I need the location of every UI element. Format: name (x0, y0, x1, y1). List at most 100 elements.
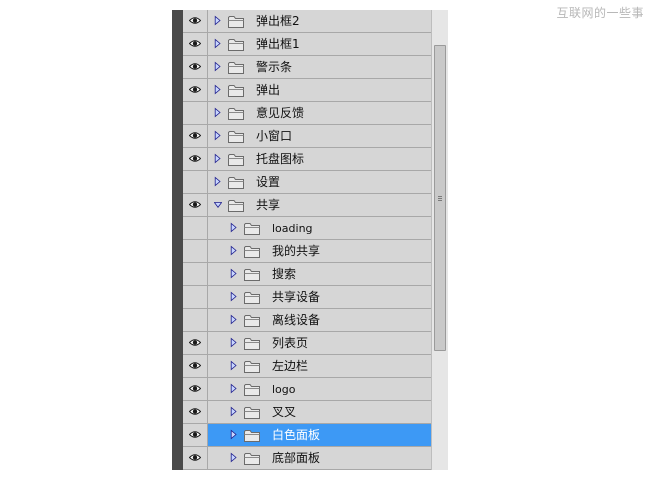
watermark: 互联网的一些事 (556, 6, 644, 20)
visibility-toggle[interactable] (183, 401, 208, 423)
disclosure-triangle-icon[interactable] (214, 84, 222, 95)
vertical-scrollbar[interactable] (431, 10, 448, 470)
folder-icon (244, 430, 260, 442)
layer-name: 意见反馈 (256, 106, 305, 120)
layer-name: 托盘图标 (256, 152, 305, 166)
layer-row[interactable]: 底部面板 (183, 447, 431, 470)
layer-row[interactable]: 小窗口 (183, 125, 431, 148)
folder-icon (228, 62, 244, 74)
disclosure-triangle-icon[interactable] (214, 61, 222, 72)
layer-row[interactable]: 离线设备 (183, 309, 431, 332)
eye-icon (189, 385, 201, 392)
visibility-toggle[interactable] (183, 33, 208, 55)
visibility-toggle[interactable] (183, 194, 208, 216)
visibility-toggle[interactable] (183, 263, 208, 285)
folder-icon (228, 108, 244, 120)
folder-icon (244, 338, 260, 350)
layers-panel: 弹出框2 弹出框1 警示条弹出意见反馈小窗口托盘图标设置共享 loading 我的共享搜… (172, 10, 448, 470)
scrollbar-thumb[interactable] (434, 45, 446, 351)
layer-name: 叉叉 (272, 405, 297, 419)
disclosure-triangle-icon[interactable] (230, 452, 238, 463)
disclosure-triangle-icon[interactable] (214, 38, 222, 49)
disclosure-triangle-icon[interactable] (230, 337, 238, 348)
folder-icon (228, 177, 244, 189)
eye-icon (189, 201, 201, 208)
layer-name: 弹出框2 (256, 14, 300, 28)
eye-icon (189, 408, 201, 415)
layer-row[interactable]: 搜索 (183, 263, 431, 286)
layer-name: logo (272, 383, 296, 396)
layer-row[interactable]: 我的共享 (183, 240, 431, 263)
layer-name: 弹出框1 (256, 37, 300, 51)
layer-name: 设置 (256, 175, 281, 189)
disclosure-triangle-icon[interactable] (230, 314, 238, 325)
visibility-toggle[interactable] (183, 56, 208, 78)
layer-name: loading (272, 222, 313, 235)
visibility-toggle[interactable] (183, 378, 208, 400)
layer-row[interactable]: 设置 (183, 171, 431, 194)
visibility-toggle[interactable] (183, 217, 208, 239)
eye-icon (189, 454, 201, 461)
layer-row[interactable]: 白色面板 (183, 424, 431, 447)
layer-name: 搜索 (272, 267, 297, 281)
visibility-toggle[interactable] (183, 309, 208, 331)
layer-row[interactable]: 列表页 (183, 332, 431, 355)
folder-icon (244, 223, 260, 235)
visibility-toggle[interactable] (183, 171, 208, 193)
folder-icon (244, 246, 260, 258)
layer-name: 离线设备 (272, 313, 321, 327)
disclosure-triangle-icon[interactable] (214, 176, 222, 187)
visibility-toggle[interactable] (183, 125, 208, 147)
layer-name: 弹出 (256, 83, 281, 97)
layer-row[interactable]: 弹出框2 (183, 10, 431, 33)
disclosure-triangle-icon[interactable] (230, 222, 238, 233)
folder-icon (244, 361, 260, 373)
layer-row[interactable]: 警示条 (183, 56, 431, 79)
layer-name: 小窗口 (256, 129, 293, 143)
visibility-toggle[interactable] (183, 10, 208, 32)
layer-row[interactable]: 共享设备 (183, 286, 431, 309)
visibility-toggle[interactable] (183, 447, 208, 469)
visibility-toggle[interactable] (183, 79, 208, 101)
eye-icon (189, 63, 201, 70)
layer-name: 共享 (256, 198, 281, 212)
disclosure-triangle-icon[interactable] (230, 291, 238, 302)
disclosure-triangle-icon[interactable] (230, 406, 238, 417)
layer-row[interactable]: 弹出 (183, 79, 431, 102)
visibility-toggle[interactable] (183, 286, 208, 308)
layer-row[interactable]: 共享 (183, 194, 431, 217)
disclosure-triangle-icon[interactable] (214, 130, 222, 141)
eye-icon (189, 431, 201, 438)
folder-icon (228, 131, 244, 143)
layer-row[interactable]: 托盘图标 (183, 148, 431, 171)
layer-name: 列表页 (272, 336, 309, 350)
layer-row[interactable]: 意见反馈 (183, 102, 431, 125)
visibility-toggle[interactable] (183, 355, 208, 377)
disclosure-triangle-icon[interactable] (230, 429, 238, 440)
visibility-toggle[interactable] (183, 332, 208, 354)
disclosure-triangle-icon[interactable] (214, 199, 222, 210)
disclosure-triangle-icon[interactable] (214, 107, 222, 118)
disclosure-triangle-icon[interactable] (230, 268, 238, 279)
disclosure-triangle-icon[interactable] (230, 383, 238, 394)
disclosure-triangle-icon[interactable] (230, 360, 238, 371)
layer-row[interactable]: logo (183, 378, 431, 401)
visibility-toggle[interactable] (183, 102, 208, 124)
visibility-toggle[interactable] (183, 424, 208, 446)
layer-name: 共享设备 (272, 290, 321, 304)
eye-icon (189, 40, 201, 47)
disclosure-triangle-icon[interactable] (214, 153, 222, 164)
layer-row[interactable]: 弹出框1 (183, 33, 431, 56)
visibility-toggle[interactable] (183, 240, 208, 262)
disclosure-triangle-icon[interactable] (230, 245, 238, 256)
layer-row[interactable]: 叉叉 (183, 401, 431, 424)
folder-icon (244, 453, 260, 465)
folder-icon (228, 85, 244, 97)
layer-row[interactable]: loading (183, 217, 431, 240)
eye-icon (189, 362, 201, 369)
layer-name: 警示条 (256, 60, 293, 74)
layer-row[interactable]: 左边栏 (183, 355, 431, 378)
panel-left-edge (172, 10, 183, 470)
disclosure-triangle-icon[interactable] (214, 15, 222, 26)
visibility-toggle[interactable] (183, 148, 208, 170)
